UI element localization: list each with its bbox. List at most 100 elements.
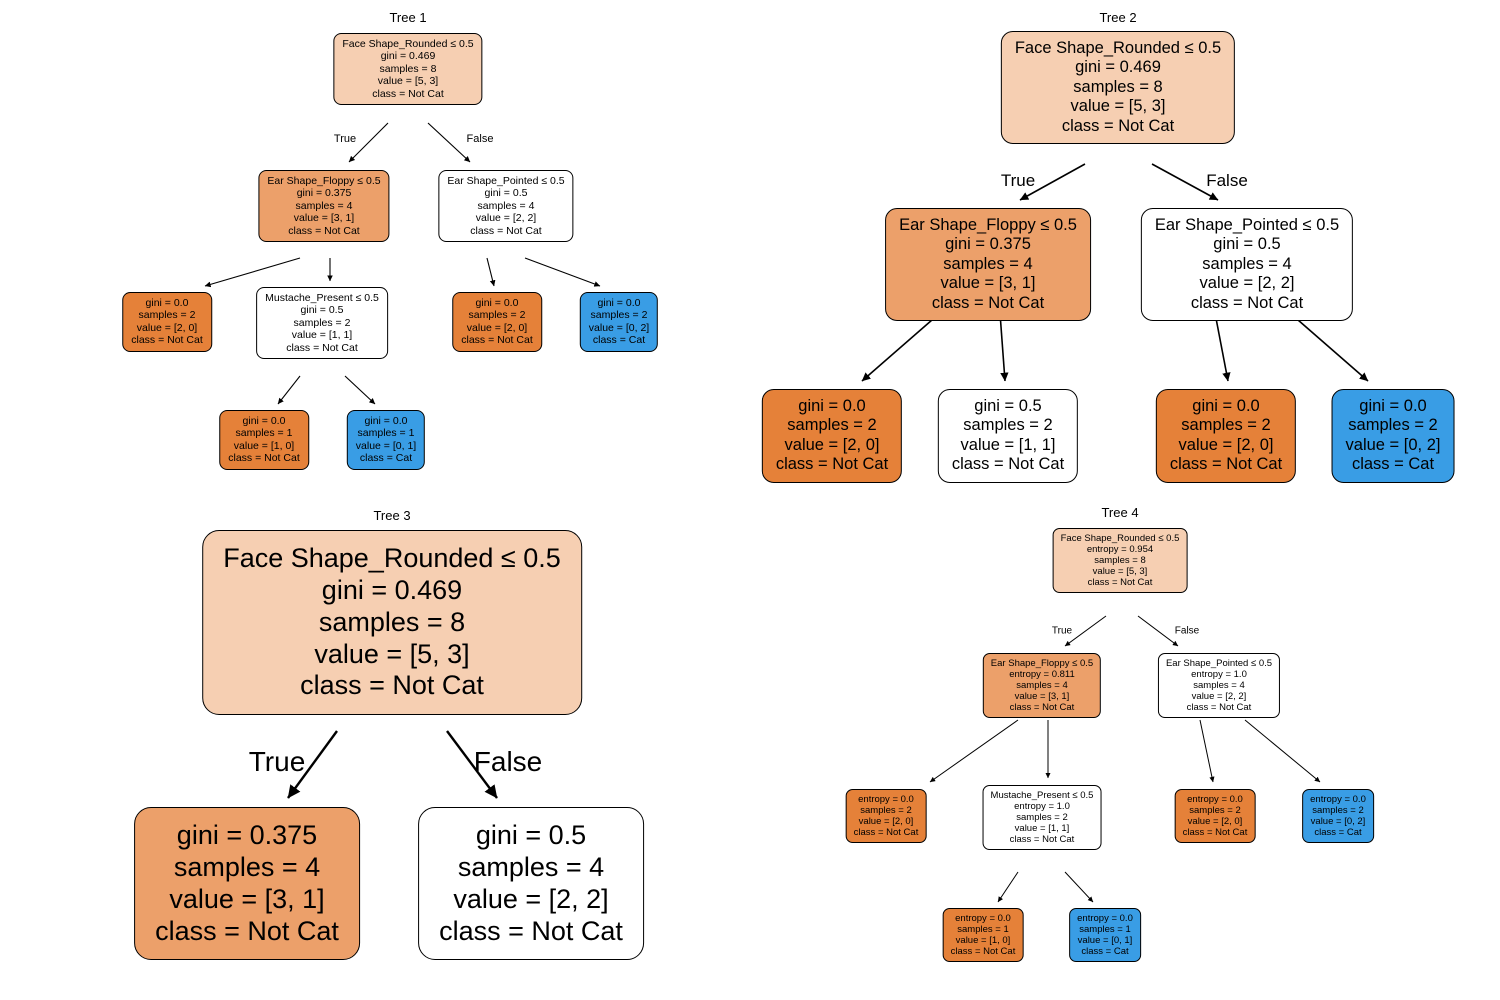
node-line: value = [2, 0] (1178, 435, 1274, 454)
node-line: gini = 0.5 (1213, 235, 1281, 254)
node-line: value = [3, 1] (1014, 691, 1070, 703)
tree-edge-t1-e7 (344, 375, 376, 405)
node-line: samples = 2 (590, 309, 648, 322)
tree-node-t2-n6-leaf: gini = 0.0 samples = 2 value = [0, 2] class… (1331, 389, 1455, 483)
node-line: value = [0, 2] (588, 321, 650, 334)
node-line: samples = 4 (457, 851, 605, 882)
node-line: Face Shape_Rounded ≤ 0.5 (1060, 532, 1180, 544)
node-line: class = Cat (1314, 827, 1362, 839)
edge-label-t3-false: False (473, 746, 543, 777)
node-line: samples = 2 (963, 416, 1053, 435)
tree-node-t2-n3-leaf: gini = 0.0 samples = 2 value = [2, 0] class… (761, 389, 903, 483)
node-line: value = [3, 1] (293, 212, 355, 225)
node-line: entropy = 1.0 (1191, 668, 1247, 680)
node-line: samples = 1 (957, 923, 1009, 935)
tree-edge-t4-e6 (997, 871, 1019, 903)
node-line: entropy = 0.811 (1009, 668, 1075, 680)
tree-edge-t4-e2 (929, 719, 1019, 783)
node-line: class = Not Cat (286, 341, 358, 354)
tree-title-tree-1: Tree 1 (389, 10, 427, 25)
node-line: value = [2, 2] (453, 883, 609, 914)
tree-node-t4-n1-internal: Ear Shape_Floppy ≤ 0.5 entropy = 0.811 sam… (982, 653, 1102, 719)
tree-edge-t1-e6 (277, 375, 301, 405)
node-line: Face Shape_Rounded ≤ 0.5 (223, 543, 561, 573)
tree-node-t1-n1-internal: Ear Shape_Floppy ≤ 0.5 gini = 0.375 sample… (258, 170, 390, 242)
node-line: entropy = 0.954 (1086, 543, 1154, 555)
tree-title-tree-2: Tree 2 (1099, 10, 1137, 25)
node-line: gini = 0.375 (296, 187, 352, 200)
node-line: samples = 2 (860, 804, 912, 816)
node-line: value = [2, 0] (466, 321, 528, 334)
node-line: class = Not Cat (1182, 827, 1248, 839)
edge-label-t4-false: False (1174, 625, 1200, 637)
tree-edge-t4-e7 (1064, 871, 1094, 903)
node-line: gini = 0.0 (364, 415, 408, 427)
node-line: Ear Shape_Pointed ≤ 0.5 (1165, 657, 1273, 669)
node-line: gini = 0.5 (974, 397, 1042, 415)
node-line: gini = 0.0 (475, 297, 519, 309)
edge-label-t1-false: False (466, 133, 494, 145)
tree-title-tree-4: Tree 4 (1101, 505, 1139, 520)
node-line: value = [0, 1] (355, 439, 417, 452)
node-line: samples = 8 (1094, 554, 1146, 566)
node-line: class = Not Cat (1087, 577, 1153, 589)
node-line: value = [1, 1] (291, 329, 353, 342)
node-line: samples = 2 (468, 309, 526, 322)
node-line: class = Cat (592, 334, 646, 347)
tree-node-t1-n0-root: Face Shape_Rounded ≤ 0.5 gini = 0.469 samp… (333, 33, 483, 105)
node-line: class = Not Cat (288, 224, 360, 237)
tree-node-t3-n1-leaf: gini = 0.375 samples = 4 value = [3, 1] cla… (134, 807, 360, 961)
tree-title-tree-3: Tree 3 (373, 508, 411, 523)
node-line: samples = 1 (1079, 923, 1131, 935)
node-line: class = Cat (1081, 946, 1129, 958)
node-line: samples = 4 (295, 199, 353, 212)
node-line: value = [2, 2] (1191, 691, 1247, 703)
edge-label-t2-true: True (1000, 171, 1036, 190)
node-line: gini = 0.5 (475, 820, 587, 850)
tree-node-t1-n3-leaf: gini = 0.0 samples = 2 value = [2, 0] class… (122, 292, 212, 352)
tree-node-t1-n2-internal: Ear Shape_Pointed ≤ 0.5 gini = 0.5 samples… (438, 170, 574, 242)
node-line: class = Cat (359, 452, 413, 465)
node-line: value = [2, 0] (136, 321, 198, 334)
node-line: class = Not Cat (1169, 455, 1283, 474)
node-line: samples = 2 (1348, 416, 1438, 435)
node-line: value = [1, 0] (233, 439, 295, 452)
node-line: entropy = 0.0 (858, 793, 914, 805)
tree-node-t1-n6-leaf: gini = 0.0 samples = 2 value = [0, 2] class… (579, 292, 659, 352)
node-line: samples = 1 (357, 427, 415, 440)
tree-node-t3-n0-root: Face Shape_Rounded ≤ 0.5 gini = 0.469 samp… (202, 530, 582, 716)
node-line: gini = 0.5 (300, 304, 344, 317)
tree-node-t2-n5-leaf: gini = 0.0 samples = 2 value = [2, 0] class… (1155, 389, 1297, 483)
node-line: samples = 2 (138, 309, 196, 322)
node-line: samples = 4 (943, 254, 1033, 273)
figure-canvas: Tree 1 Tree 2 Tree 3 Tree 4 Face Shape_Roun… (0, 0, 1500, 1000)
node-line: samples = 2 (1181, 416, 1271, 435)
node-line: class = Not Cat (461, 334, 533, 347)
node-line: gini = 0.0 (1192, 397, 1260, 415)
node-line: class = Not Cat (1186, 702, 1252, 714)
tree-node-t1-n4-internal: Mustache_Present ≤ 0.5 gini = 0.5 samples … (256, 287, 388, 359)
node-line: value = [1, 1] (960, 435, 1056, 454)
node-line: value = [5, 3] (1070, 97, 1166, 116)
node-line: class = Not Cat (1061, 116, 1175, 135)
node-line: entropy = 0.0 (1077, 912, 1133, 924)
node-line: Ear Shape_Pointed ≤ 0.5 (1154, 216, 1340, 234)
tree-node-t1-n8-leaf: gini = 0.0 samples = 1 value = [0, 1] class… (346, 410, 426, 470)
tree-node-t2-n1-internal: Ear Shape_Floppy ≤ 0.5 gini = 0.375 sample… (885, 208, 1091, 322)
node-line: value = [3, 1] (940, 274, 1036, 293)
tree-edge-t1-e2 (204, 257, 301, 288)
node-line: value = [0, 2] (1345, 435, 1441, 454)
node-line: class = Not Cat (1190, 293, 1304, 312)
tree-edge-t4-e5 (1244, 719, 1321, 783)
node-line: value = [1, 0] (955, 934, 1011, 946)
tree-edge-t2-e2 (861, 312, 941, 382)
node-line: entropy = 0.0 (955, 912, 1011, 924)
node-line: samples = 8 (1073, 77, 1163, 96)
tree-node-t4-n0-root: Face Shape_Rounded ≤ 0.5 entropy = 0.954 s… (1052, 528, 1188, 594)
node-line: value = [2, 0] (858, 815, 914, 827)
node-line: value = [3, 1] (169, 883, 325, 914)
node-line: Ear Shape_Pointed ≤ 0.5 (447, 175, 565, 187)
tree-node-t3-n2-leaf: gini = 0.5 samples = 4 value = [2, 2] class… (418, 807, 644, 961)
node-line: Mustache_Present ≤ 0.5 (990, 789, 1094, 801)
node-line: Ear Shape_Floppy ≤ 0.5 (899, 216, 1077, 234)
